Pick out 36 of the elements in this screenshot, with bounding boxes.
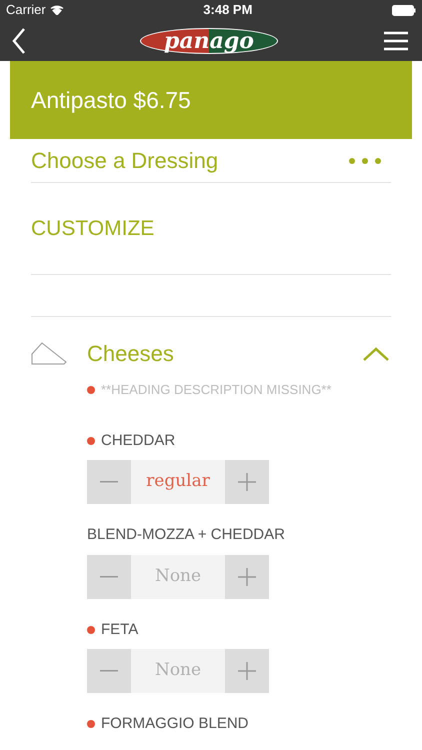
minus-button[interactable] [87, 649, 131, 693]
customize-heading: CUSTOMIZE [31, 216, 154, 242]
ingredient-name: FORMAGGIO BLEND [101, 714, 249, 734]
collapse-button[interactable] [363, 346, 389, 360]
minus-icon [100, 481, 118, 483]
minus-icon [100, 670, 118, 672]
ingredient-name: FETA [101, 620, 138, 640]
quantity-value: None [131, 554, 225, 598]
wifi-icon [50, 5, 64, 15]
minus-icon [100, 576, 118, 578]
battery-icon [392, 4, 416, 16]
product-title: Antipasto $6.75 [31, 86, 191, 115]
menu-icon [384, 30, 408, 50]
minus-button[interactable] [87, 460, 131, 504]
chevron-up-icon [363, 346, 389, 360]
plus-icon [238, 662, 256, 680]
plus-icon [238, 473, 256, 491]
ingredient-name: BLEND-MOZZA + CHEDDAR [87, 525, 285, 545]
carrier-label: Carrier [6, 1, 46, 20]
section-title: Cheeses [87, 340, 175, 368]
section-description: **HEADING DESCRIPTION MISSING** [101, 381, 332, 399]
cheese-icon [31, 342, 67, 366]
more-button[interactable] [349, 158, 381, 164]
plus-button[interactable] [225, 649, 269, 693]
quantity-value: regular [131, 460, 225, 504]
dressing-label: Choose a Dressing [31, 147, 218, 175]
quantity-value: None [131, 649, 225, 693]
minus-button[interactable] [87, 554, 131, 598]
plus-icon [238, 568, 256, 586]
logo: panago [140, 28, 278, 54]
back-icon [12, 28, 26, 54]
plus-button[interactable] [225, 554, 269, 598]
ingredient-name: CHEDDAR [101, 430, 176, 450]
more-icon [349, 158, 381, 164]
plus-button[interactable] [225, 460, 269, 504]
clock-time: 3:48 PM [203, 1, 252, 20]
